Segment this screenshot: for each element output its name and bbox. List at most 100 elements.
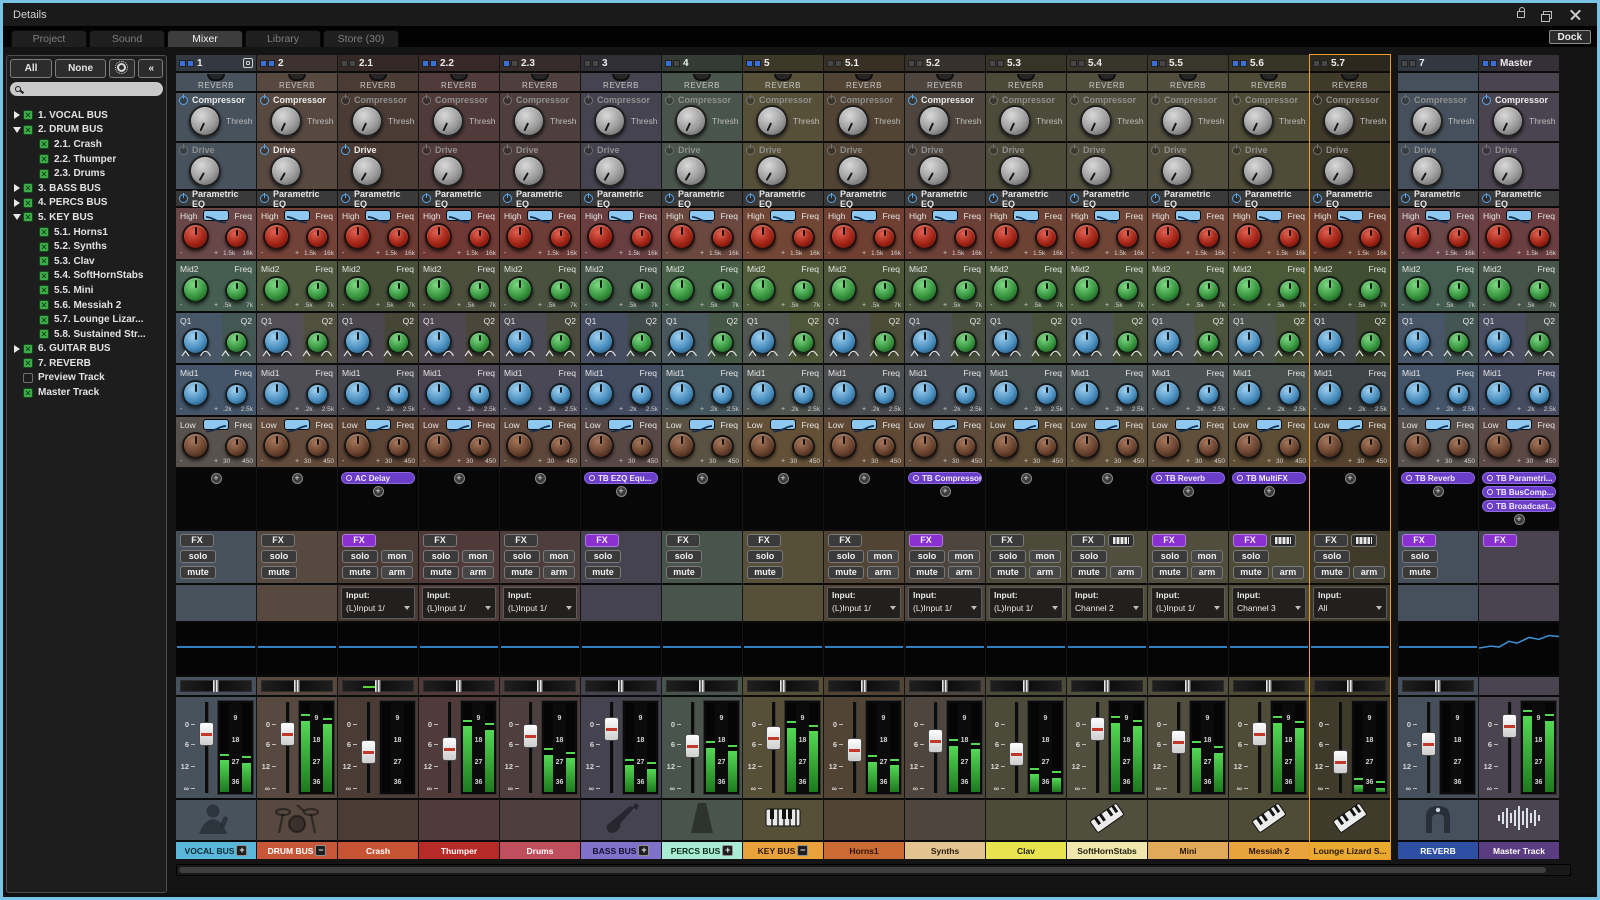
fader-cap[interactable] <box>1502 714 1517 738</box>
eq-mid2-gain-knob[interactable] <box>1485 276 1512 303</box>
input-select[interactable]: Input:(L)Input 1/ <box>989 587 1063 619</box>
eq-low-freq-knob[interactable] <box>1359 435 1382 458</box>
reverb-send[interactable]: REVERB <box>662 73 742 93</box>
eq-mid2-gain-knob[interactable] <box>992 276 1019 303</box>
pan-slider[interactable] <box>828 680 900 692</box>
tab-library[interactable]: Library <box>245 30 321 47</box>
solo-button[interactable]: solo <box>990 550 1026 563</box>
automation-display[interactable] <box>257 623 337 677</box>
arm-button[interactable]: arm <box>1110 566 1142 579</box>
peak-curve-icon[interactable] <box>626 344 635 362</box>
detach-icon[interactable] <box>243 58 253 68</box>
collapse-arrow-icon[interactable] <box>10 127 23 133</box>
wide-curve-icon[interactable] <box>888 344 899 362</box>
pan-grip[interactable] <box>1266 680 1272 692</box>
compressor-power-icon[interactable] <box>1151 96 1160 105</box>
track-checkbox[interactable] <box>23 373 33 383</box>
mute-button[interactable]: mute <box>747 566 783 579</box>
reverb-send-knob[interactable] <box>207 74 225 81</box>
eq-mid2-gain-knob[interactable] <box>344 276 371 303</box>
sidebar-track-item[interactable]: ✕5.5. Mini <box>10 283 163 298</box>
low-shelf-icon[interactable] <box>1013 419 1039 430</box>
arm-button[interactable]: arm <box>1029 566 1061 579</box>
eq-low-gain-knob[interactable] <box>668 432 695 459</box>
eq-mid2-gain-knob[interactable] <box>1316 276 1343 303</box>
peak-curve-icon[interactable] <box>464 344 473 362</box>
eq-mid2-gain-knob[interactable] <box>587 276 614 303</box>
pan-grip[interactable] <box>537 680 543 692</box>
drive-knob[interactable] <box>999 155 1031 187</box>
input-select[interactable]: Input:(L)Input 1/ <box>908 587 982 619</box>
fx-button[interactable]: FX <box>261 534 295 547</box>
eq-high-gain-knob[interactable] <box>182 223 209 250</box>
eq-high-freq-knob[interactable] <box>792 226 815 249</box>
eq-power-icon[interactable] <box>1482 194 1491 203</box>
fader-cap[interactable] <box>1171 730 1186 754</box>
eq-power-icon[interactable] <box>908 194 917 203</box>
drive-power-icon[interactable] <box>584 146 593 155</box>
pan-grip[interactable] <box>1185 680 1191 692</box>
arm-button[interactable]: arm <box>867 566 899 579</box>
eq-mid1-freq-knob[interactable] <box>1447 383 1470 406</box>
eq-low-gain-knob[interactable] <box>1316 432 1343 459</box>
sidebar-track-item[interactable]: ✕5.8. Sustained Str... <box>10 327 163 342</box>
automation-display[interactable] <box>1479 623 1559 677</box>
pan-slider[interactable] <box>1152 680 1224 692</box>
sidebar-track-item[interactable]: ✕5.4. SoftHornStabs <box>10 269 163 284</box>
track-name-label[interactable]: PERCS BUS+ <box>662 842 742 859</box>
wide-curve-icon[interactable] <box>1334 344 1345 362</box>
fx-button[interactable]: FX <box>504 534 538 547</box>
high-shelf-icon[interactable] <box>851 210 877 221</box>
eq-high-gain-knob[interactable] <box>1485 223 1512 250</box>
fx-button[interactable]: FX <box>909 534 943 547</box>
pan-grip[interactable] <box>294 680 300 692</box>
drive-power-icon[interactable] <box>908 146 917 155</box>
track-checkbox[interactable]: ✕ <box>39 285 49 295</box>
add-plugin-button[interactable]: + <box>535 473 546 484</box>
pan-slider[interactable] <box>1233 680 1305 692</box>
expand-bus-button[interactable]: + <box>722 845 733 856</box>
add-plugin-button[interactable]: + <box>1514 514 1525 525</box>
eq-mid2-gain-knob[interactable] <box>506 276 533 303</box>
pan-slider[interactable] <box>1314 680 1386 692</box>
peak-curve-icon[interactable] <box>1524 344 1533 362</box>
wide-curve-icon[interactable] <box>402 344 413 362</box>
eq-mid2-freq-knob[interactable] <box>468 279 491 302</box>
solo-button[interactable]: solo <box>666 550 702 563</box>
reverb-send-knob[interactable] <box>288 74 306 81</box>
pan-grip[interactable] <box>1347 680 1353 692</box>
eq-low-gain-knob[interactable] <box>425 432 452 459</box>
pan-grip[interactable] <box>699 680 705 692</box>
plugin-badge[interactable]: TB Parametri... <box>1482 472 1556 484</box>
volume-fader[interactable] <box>1250 700 1268 795</box>
reverb-send[interactable]: REVERB <box>419 73 499 93</box>
compressor-thresh-knob[interactable] <box>1492 105 1524 137</box>
solo-button[interactable]: solo <box>261 550 297 563</box>
volume-fader[interactable] <box>1331 700 1349 795</box>
arm-button[interactable]: arm <box>543 566 575 579</box>
eq-mid2-gain-knob[interactable] <box>425 276 452 303</box>
fx-button[interactable]: FX <box>180 534 214 547</box>
pan-grip[interactable] <box>1023 680 1029 692</box>
compressor-thresh-knob[interactable] <box>918 105 950 137</box>
sidebar-track-item[interactable]: ✕5.7. Lounge Lizar... <box>10 312 163 327</box>
input-select[interactable]: Input:(L)Input 1/ <box>503 587 577 619</box>
drive-knob[interactable] <box>675 155 707 187</box>
compressor-thresh-knob[interactable] <box>513 105 545 137</box>
compressor-thresh-knob[interactable] <box>1323 105 1355 137</box>
reverb-send[interactable]: REVERB <box>500 73 580 93</box>
eq-high-freq-knob[interactable] <box>1528 226 1551 249</box>
plugin-badge[interactable]: TB Broadcast... <box>1482 500 1556 512</box>
pan-slider[interactable] <box>180 680 252 692</box>
eq-high-freq-knob[interactable] <box>954 226 977 249</box>
mute-button[interactable]: mute <box>261 566 297 579</box>
add-plugin-button[interactable]: + <box>211 473 222 484</box>
drive-power-icon[interactable] <box>827 146 836 155</box>
mute-button[interactable]: mute <box>342 566 378 579</box>
fader-cap[interactable] <box>685 734 700 758</box>
eq-mid1-gain-knob[interactable] <box>344 380 371 407</box>
mute-button[interactable]: mute <box>990 566 1026 579</box>
plugin-badge[interactable]: TB MultiFX <box>1232 472 1306 484</box>
eq-mid1-gain-knob[interactable] <box>1073 380 1100 407</box>
high-shelf-icon[interactable] <box>1506 210 1532 221</box>
